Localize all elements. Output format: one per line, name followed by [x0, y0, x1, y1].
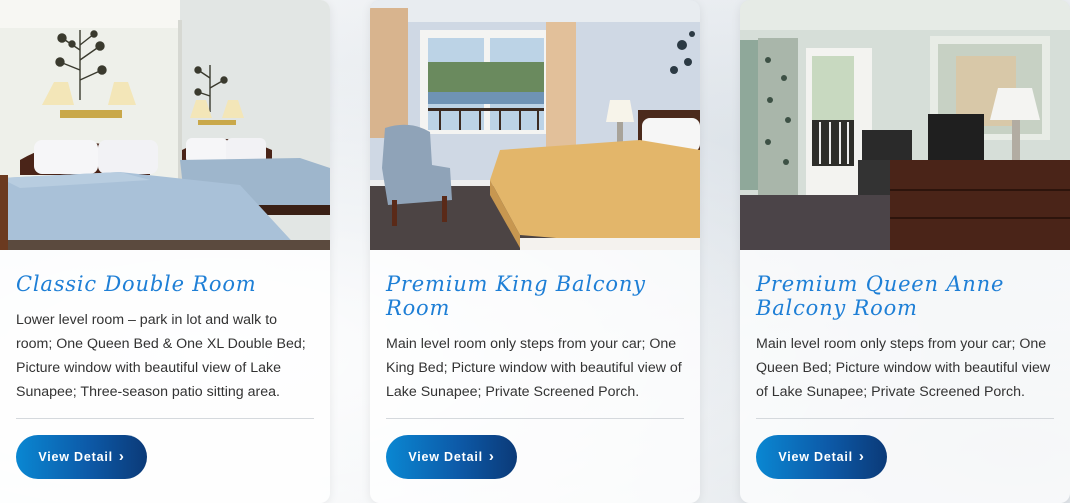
chevron-right-icon: › [858, 448, 865, 465]
chevron-right-icon: › [488, 448, 495, 465]
divider [16, 418, 314, 419]
button-label: View Detail [38, 450, 113, 464]
chevron-right-icon: › [118, 448, 125, 465]
view-detail-button[interactable]: View Detail › [386, 435, 517, 479]
room-card-premium-king-balcony: Premium King Balcony Room Main level roo… [370, 0, 700, 503]
room-title: Classic Double Room [16, 272, 257, 296]
room-photo[interactable] [740, 0, 1070, 250]
room-card-premium-queen-anne-balcony: Premium Queen Anne Balcony Room Main lev… [740, 0, 1070, 503]
view-detail-button[interactable]: View Detail › [16, 435, 147, 479]
room-title: Premium Queen Anne Balcony Room [756, 272, 1005, 320]
room-description: Lower level room – park in lot and walk … [16, 312, 306, 400]
room-card-classic-double: Classic Double Room Lower level room – p… [0, 0, 330, 503]
button-label: View Detail [778, 450, 853, 464]
view-detail-button[interactable]: View Detail › [756, 435, 887, 479]
divider [386, 418, 684, 419]
button-label: View Detail [408, 450, 483, 464]
divider [756, 418, 1054, 419]
room-photo[interactable] [0, 0, 330, 250]
room-title: Premium King Balcony Room [386, 272, 646, 320]
room-photo[interactable] [370, 0, 700, 250]
room-description: Main level room only steps from your car… [756, 336, 1051, 400]
room-description: Main level room only steps from your car… [386, 336, 682, 400]
